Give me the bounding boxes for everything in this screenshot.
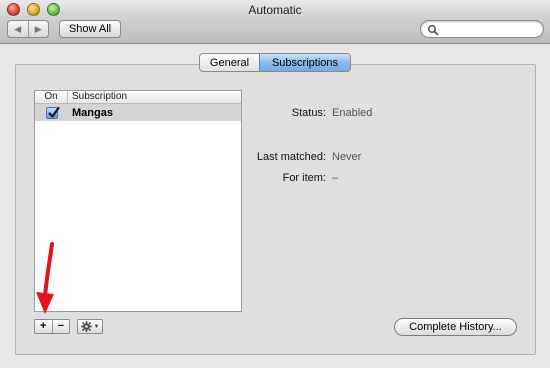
action-menu-button[interactable]: ▼ [77,319,103,334]
last-matched-label: Last matched: [256,151,326,163]
back-forward-control: ◀ ▶ [7,20,49,38]
window-title: Automatic [248,3,302,17]
tab-bar: General Subscriptions [199,53,351,72]
search-field[interactable] [420,20,544,38]
complete-history-button[interactable]: Complete History... [394,318,517,336]
search-input[interactable] [441,22,539,36]
red-arrow-annotation [36,242,54,314]
add-remove-control: + − [34,319,70,334]
add-subscription-button[interactable]: + [35,320,52,333]
tab-general[interactable]: General [200,54,259,71]
tab-subscriptions[interactable]: Subscriptions [259,54,350,71]
show-all-button[interactable]: Show All [59,20,121,38]
list-header: On Subscription [35,91,241,104]
remove-subscription-button[interactable]: − [51,320,70,333]
window-toolbar: Automatic ◀ ▶ Show All [0,0,550,44]
status-label: Status: [291,107,326,119]
for-item-label: For item: [282,172,326,184]
forward-button[interactable]: ▶ [27,21,49,37]
column-header-subscription[interactable]: Subscription [68,91,127,103]
enabled-checkbox[interactable] [45,106,60,119]
subscription-list[interactable]: On Subscription Mangas [34,90,242,312]
back-button[interactable]: ◀ [8,21,28,37]
chevron-down-icon: ▼ [93,323,100,330]
checkmark-icon [47,106,60,118]
status-value: Enabled [332,107,373,119]
subscription-name: Mangas [72,106,113,119]
column-header-on[interactable]: On [35,91,68,103]
gear-icon [80,321,92,332]
for-item-value: – [332,172,339,184]
row-on-cell [35,106,68,119]
last-matched-value: Never [332,151,362,163]
search-icon [427,24,439,36]
